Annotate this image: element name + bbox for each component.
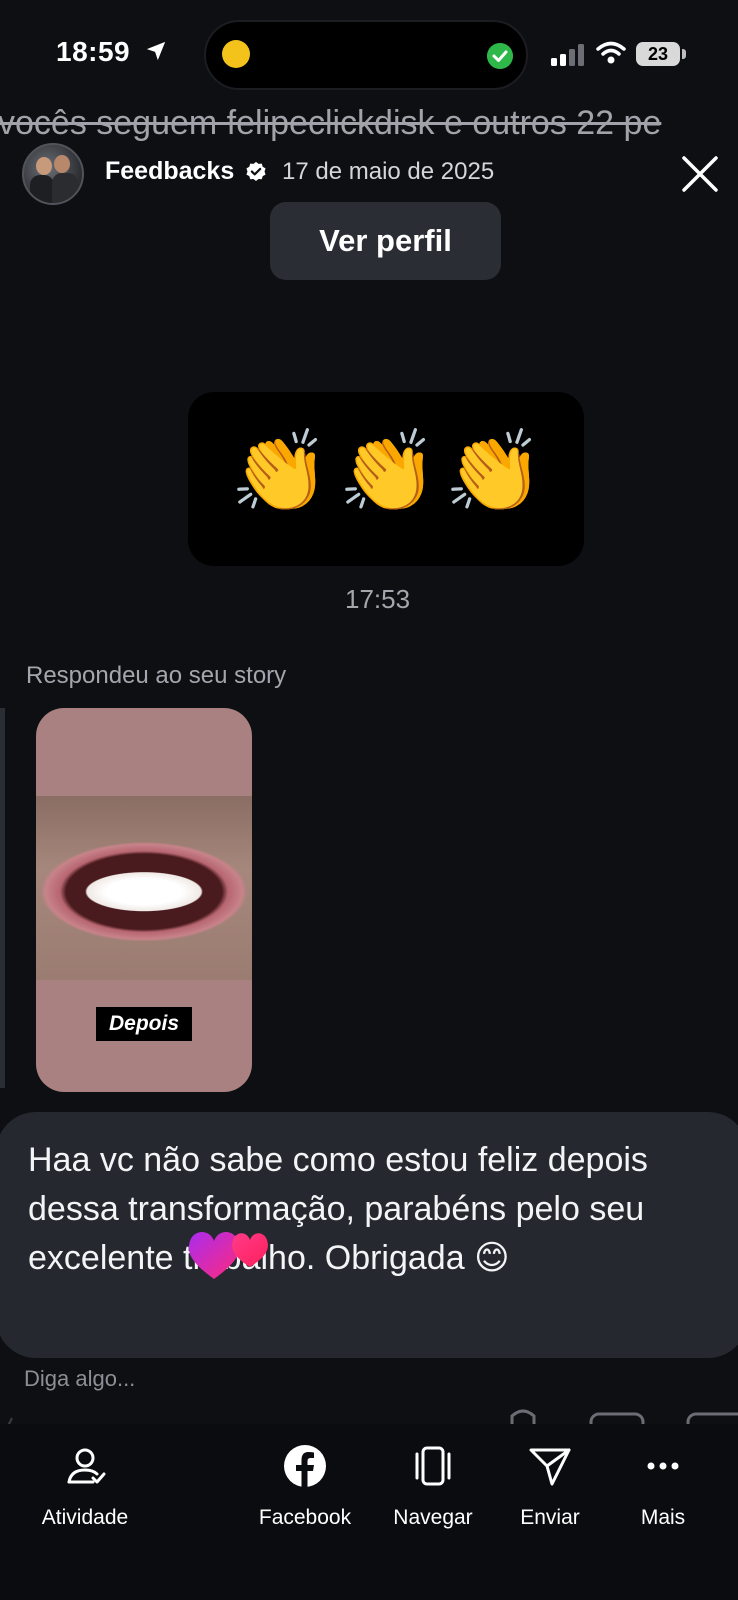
avatar[interactable] [22,143,84,205]
story-date: 17 de maio de 2025 [282,158,495,185]
activity-icon [67,1448,106,1484]
comment-input[interactable]: Diga algo... [24,1366,135,1392]
nav-facebook[interactable]: Facebook [240,1444,370,1530]
clap-emoji: 👏 [230,427,330,516]
clap-sticker-message[interactable]: 👏 👏 👏 [188,392,584,566]
story-thumbnail[interactable]: Depois [36,708,252,1092]
hearts-reaction-icon [188,1232,268,1279]
more-icon [647,1462,679,1470]
verified-badge-icon [246,161,266,181]
facebook-icon [284,1445,326,1487]
nav-send[interactable]: Enviar [485,1444,615,1530]
nav-browse[interactable]: Navegar [368,1444,498,1530]
nav-label: Facebook [258,1506,352,1529]
followers-marquee: vocês seguem felipeclickdisk e outros 22… [0,104,662,142]
clap-emoji: 👏 [338,427,438,516]
nav-label: Mais [640,1506,686,1529]
view-profile-button[interactable]: Ver perfil [270,202,501,280]
story-caption-tag: Depois [96,1007,192,1041]
browse-icon [415,1446,451,1486]
smile-photo [36,796,252,980]
status-time: 18:59 [56,36,131,67]
message-timestamp: 17:53 [345,584,411,614]
clap-emoji: 👏 [444,427,544,516]
send-icon [529,1448,571,1486]
checkmark-icon [487,43,513,69]
reply-indicator-bar [0,708,5,1088]
nav-label: Atividade [41,1506,129,1529]
story-reply-label: Respondeu ao seu story [26,662,287,689]
signal-icon [551,44,584,66]
bottom-navigation: Atividade Facebook Navegar Enviar Mais [0,1424,738,1600]
location-arrow-icon [146,41,166,61]
dynamic-island [204,20,528,90]
username[interactable]: Feedbacks [105,157,234,186]
wifi-icon [596,41,626,64]
nav-label: Navegar [393,1506,473,1529]
handshake-icon [222,40,250,68]
battery-indicator: 23 [636,42,680,66]
close-icon[interactable] [680,154,720,194]
message-text: Haa vc não sabe como estou feliz depois … [28,1141,648,1277]
battery-tip [682,49,686,59]
nav-more[interactable]: Mais [598,1444,728,1530]
nav-activity[interactable]: Atividade [20,1444,150,1530]
nav-label: Enviar [520,1506,580,1529]
